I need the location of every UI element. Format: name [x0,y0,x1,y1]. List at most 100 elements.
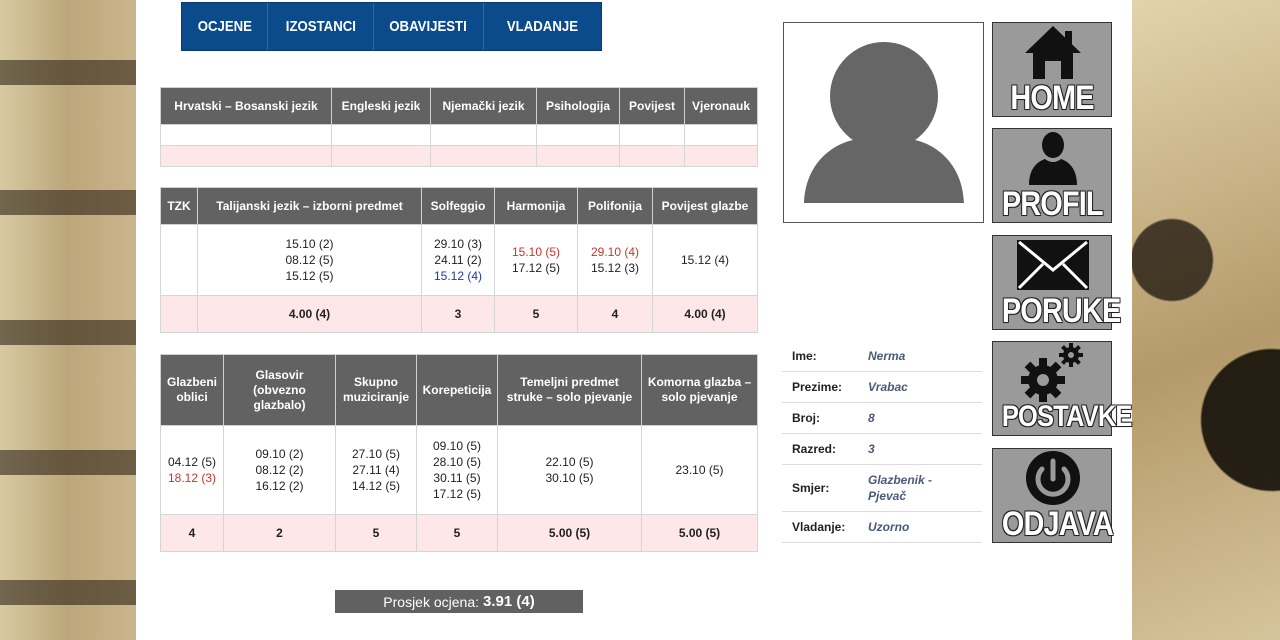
nav-ocjene[interactable]: OCJENE [182,3,268,50]
envelope-icon [1017,240,1089,290]
grade-entry: 15.12 (4) [433,269,483,283]
grades-table-3: Glazbeni oblici Glasovir (obvezno glazba… [160,354,758,552]
background-left-decoration [0,0,136,640]
grade-entry: 27.11 (4) [352,463,400,477]
grade-entry: 22.10 (5) [545,455,594,469]
nav-obavijesti-label: OBAVIJESTI [389,18,468,35]
overall-average: Prosjek ocjena: 3.91 (4) [335,590,583,613]
grade-entry: 18.12 (3) [167,471,217,485]
grade-entry: 23.10 (5) [675,463,724,477]
subject-header: Vjeronauk [684,87,758,125]
info-value: 3 [868,442,875,456]
side-poruke-button[interactable]: PORUKE [992,235,1121,330]
nav-obavijesti[interactable]: OBAVIJESTI [374,3,484,50]
subject-header: TZK [160,187,198,225]
info-row: Vladanje: Uzorno [782,512,982,543]
grade-entry: 09.10 (5) [432,439,482,453]
grade-entry: 08.12 (2) [255,463,304,477]
user-silhouette-icon [804,42,964,203]
grade-entry: 30.11 (5) [433,471,481,485]
subject-header: Korepeticija [416,354,498,426]
subject-header: Glasovir (obvezno glazbalo) [223,354,336,426]
nav-vladanje[interactable]: VLADANJE [484,3,601,50]
power-icon [1026,451,1080,505]
grade-entry: 16.12 (2) [255,479,304,493]
grade-entry: 28.10 (5) [432,455,482,469]
grade-entry: 08.12 (5) [285,253,334,267]
side-poruke-label: PORUKE [1001,292,1121,330]
grades-cell: 22.10 (5) 30.10 (5) [497,425,642,515]
home-icon [1025,26,1081,79]
grade-entry: 17.12 (5) [432,487,482,501]
subject-header: Glazbeni oblici [160,354,224,426]
subject-header: Psihologija [536,87,620,125]
side-odjava-button[interactable]: ODJAVA [992,448,1114,543]
average-cell: 5 [335,514,417,552]
subject-header: Hrvatski – Bosanski jezik [160,87,332,125]
average-cell: 4.00 (4) [652,295,758,333]
info-key: Vladanje: [792,520,846,534]
average-cell [619,145,685,167]
info-key: Prezime: [792,380,843,394]
side-postavke-button[interactable]: POSTAVKE [992,341,1133,436]
average-row [160,145,758,167]
average-cell [536,145,620,167]
subject-header: Solfeggio [421,187,495,225]
info-value: Vrabac [868,380,908,394]
subject-header: Povijest glazbe [652,187,758,225]
info-key: Broj: [792,411,820,425]
main-page: OCJENE IZOSTANCI OBAVIJESTI VLADANJE Hrv… [136,0,1132,640]
grade-entry: 27.10 (5) [351,447,401,461]
nav-ocjene-label: OCJENE [197,18,252,35]
nav-izostanci[interactable]: IZOSTANCI [268,3,374,50]
grades-cell: 15.12 (4) [652,224,758,296]
grades-cell [160,124,332,146]
grades-cell: 29.10 (3) 24.11 (2) 15.12 (4) [421,224,495,296]
info-row: Prezime: Vrabac [782,372,982,403]
grade-entry: 24.11 (2) [434,253,482,267]
grades-cell [160,224,198,296]
side-profil-label: PROFIL [1001,185,1104,223]
background-right-decoration [1132,0,1280,640]
grades-cell [536,124,620,146]
grades-cell [619,124,685,146]
grade-entry: 29.10 (4) [590,245,640,259]
top-nav: OCJENE IZOSTANCI OBAVIJESTI VLADANJE [181,2,602,51]
side-profil-button[interactable]: PROFIL [992,128,1112,223]
side-odjava-label: ODJAVA [1001,505,1114,543]
gears-icon [1021,343,1083,402]
grade-entry: 14.12 (5) [351,479,401,493]
grade-entry: 30.10 (5) [545,471,594,485]
info-value: Glazbenik - Pjevač [868,473,933,503]
info-key: Razred: [792,442,837,456]
grades-cell [331,124,431,146]
overall-average-value: 3.91 (4) [483,593,535,610]
grades-cell [684,124,758,146]
average-cell: 2 [223,514,336,552]
subject-header: Povijest [619,87,685,125]
average-cell [430,145,537,167]
side-postavke-label: POSTAVKE [1001,400,1133,433]
average-cell: 5 [416,514,498,552]
info-key: Ime: [792,349,817,363]
student-info: Ime: Nerma Prezime: Vrabac Broj: 8 Razre… [782,341,982,543]
average-cell: 5 [494,295,578,333]
grade-entry: 15.10 (2) [285,237,334,251]
overall-average-label: Prosjek ocjena: [383,593,479,610]
subject-header: Komorna glazba – solo pjevanje [641,354,758,426]
grade-entry: 15.10 (5) [511,245,561,259]
info-row: Ime: Nerma [782,341,982,372]
grades-cell: 15.10 (2) 08.12 (5) 15.12 (5) [197,224,422,296]
subject-header: Engleski jezik [331,87,431,125]
grade-entry: 09.10 (2) [255,447,304,461]
user-icon [1029,132,1077,185]
average-cell: 3 [421,295,495,333]
grades-cell: 04.12 (5) 18.12 (3) [160,425,224,515]
average-cell [160,145,332,167]
subject-header: Harmonija [494,187,578,225]
subject-header: Polifonija [577,187,653,225]
side-home-button[interactable]: HOME [992,22,1112,117]
average-cell: 5.00 (5) [497,514,642,552]
grades-cell: 23.10 (5) [641,425,758,515]
average-row: 4.00 (4) 3 5 4 4.00 (4) [160,295,758,333]
